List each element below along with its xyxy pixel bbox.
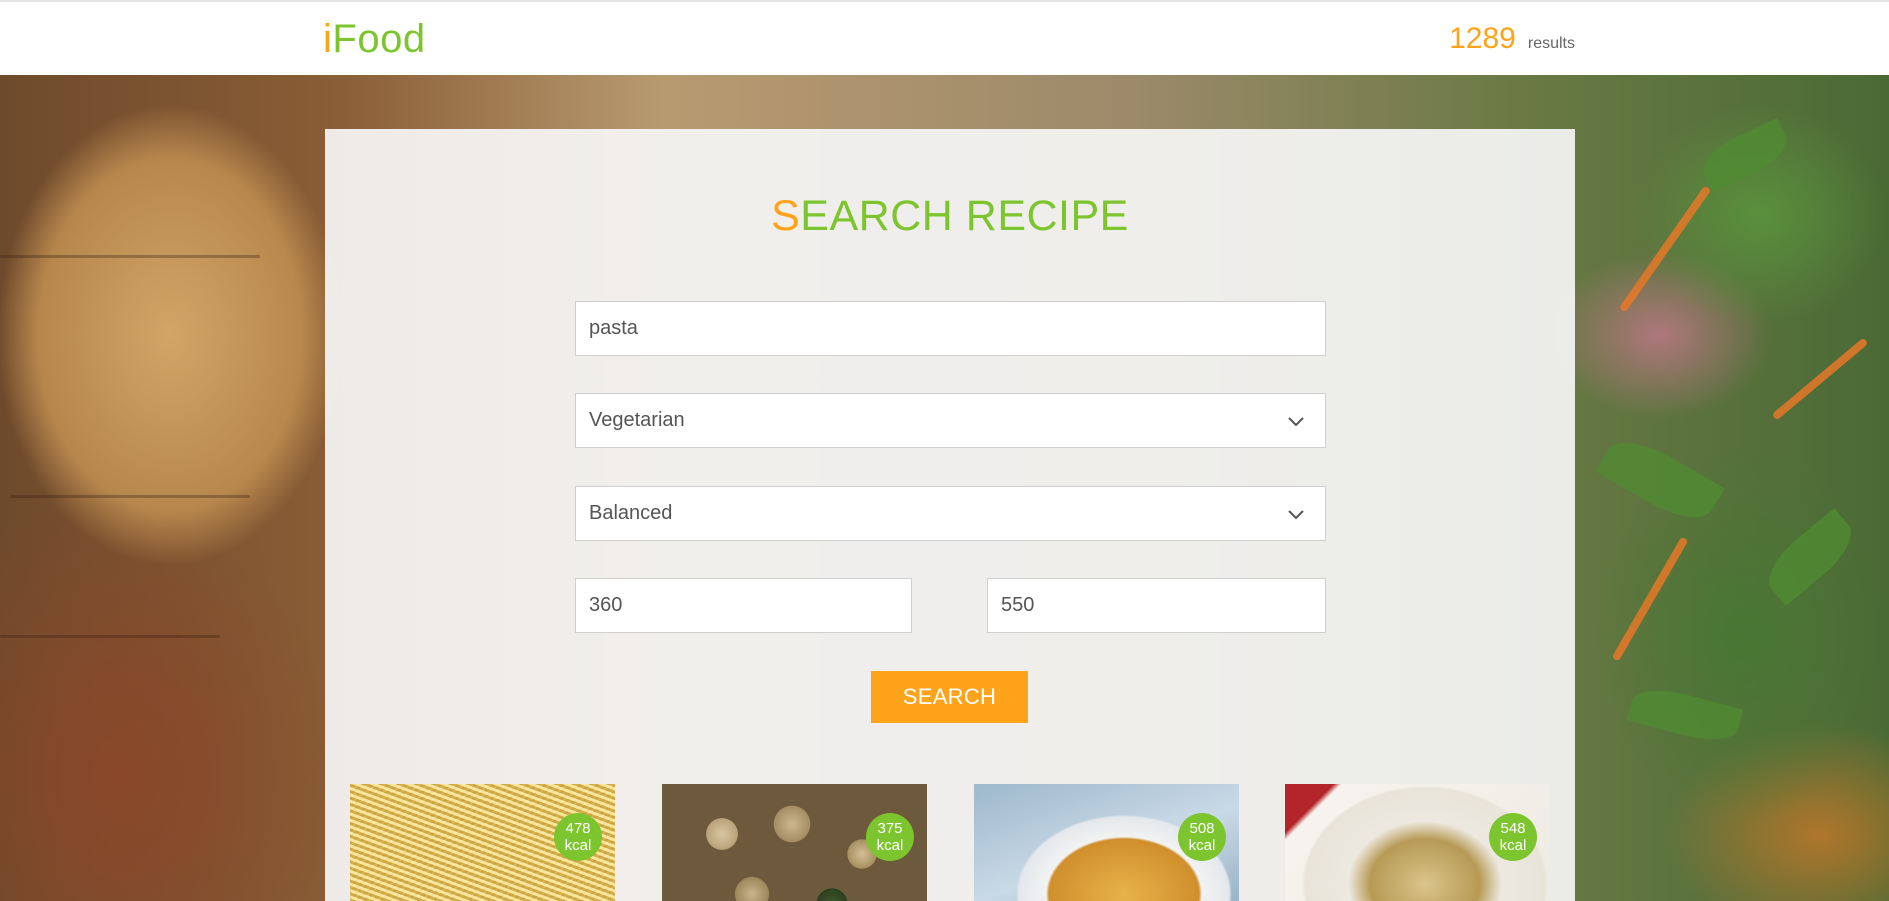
search-input-box bbox=[575, 301, 1326, 356]
kcal-value: 508 bbox=[1189, 820, 1215, 837]
health-select-value: Balanced bbox=[589, 502, 673, 524]
calories-min-input[interactable] bbox=[589, 594, 911, 617]
calories-max-input[interactable] bbox=[1001, 594, 1325, 617]
chevron-down-icon bbox=[1288, 510, 1304, 520]
logo-text: Food bbox=[332, 17, 426, 61]
kcal-value: 478 bbox=[565, 820, 591, 837]
health-select[interactable]: Balanced bbox=[575, 486, 1326, 541]
recipe-card[interactable]: 478 kcal bbox=[350, 784, 615, 901]
calories-max-box bbox=[987, 578, 1326, 633]
search-button[interactable]: SEARCH bbox=[871, 671, 1028, 723]
logo-first-letter: i bbox=[323, 17, 333, 61]
kcal-unit: kcal bbox=[564, 837, 592, 854]
page-title: SEARCH RECIPE bbox=[325, 191, 1575, 241]
kcal-badge: 478 kcal bbox=[554, 813, 602, 861]
kcal-badge: 508 kcal bbox=[1178, 813, 1226, 861]
kcal-value: 548 bbox=[1500, 820, 1526, 837]
logo[interactable]: iFood bbox=[323, 16, 426, 62]
search-input[interactable] bbox=[589, 317, 1325, 340]
kcal-unit: kcal bbox=[1499, 837, 1527, 854]
top-bar: iFood 1289 results bbox=[0, 0, 1889, 75]
kcal-badge: 375 kcal bbox=[866, 813, 914, 861]
chevron-down-icon bbox=[1288, 417, 1304, 427]
diet-select-value: Vegetarian bbox=[589, 409, 685, 431]
title-text: EARCH RECIPE bbox=[800, 192, 1129, 240]
diet-select[interactable]: Vegetarian bbox=[575, 393, 1326, 448]
recipe-card[interactable]: 508 kcal bbox=[974, 784, 1239, 901]
title-first-letter: S bbox=[771, 192, 801, 240]
kcal-value: 375 bbox=[877, 820, 903, 837]
kcal-unit: kcal bbox=[1188, 837, 1216, 854]
search-panel: SEARCH RECIPE Vegetarian Balanced SEARCH… bbox=[325, 129, 1575, 901]
results-label: results bbox=[1527, 35, 1575, 52]
results-count: 1289 bbox=[1449, 22, 1516, 55]
results-summary: 1289 results bbox=[1449, 22, 1575, 56]
calories-min-box bbox=[575, 578, 912, 633]
recipe-card[interactable]: 548 kcal bbox=[1285, 784, 1550, 901]
recipe-card[interactable]: 375 kcal bbox=[662, 784, 927, 901]
kcal-badge: 548 kcal bbox=[1489, 813, 1537, 861]
kcal-unit: kcal bbox=[876, 837, 904, 854]
